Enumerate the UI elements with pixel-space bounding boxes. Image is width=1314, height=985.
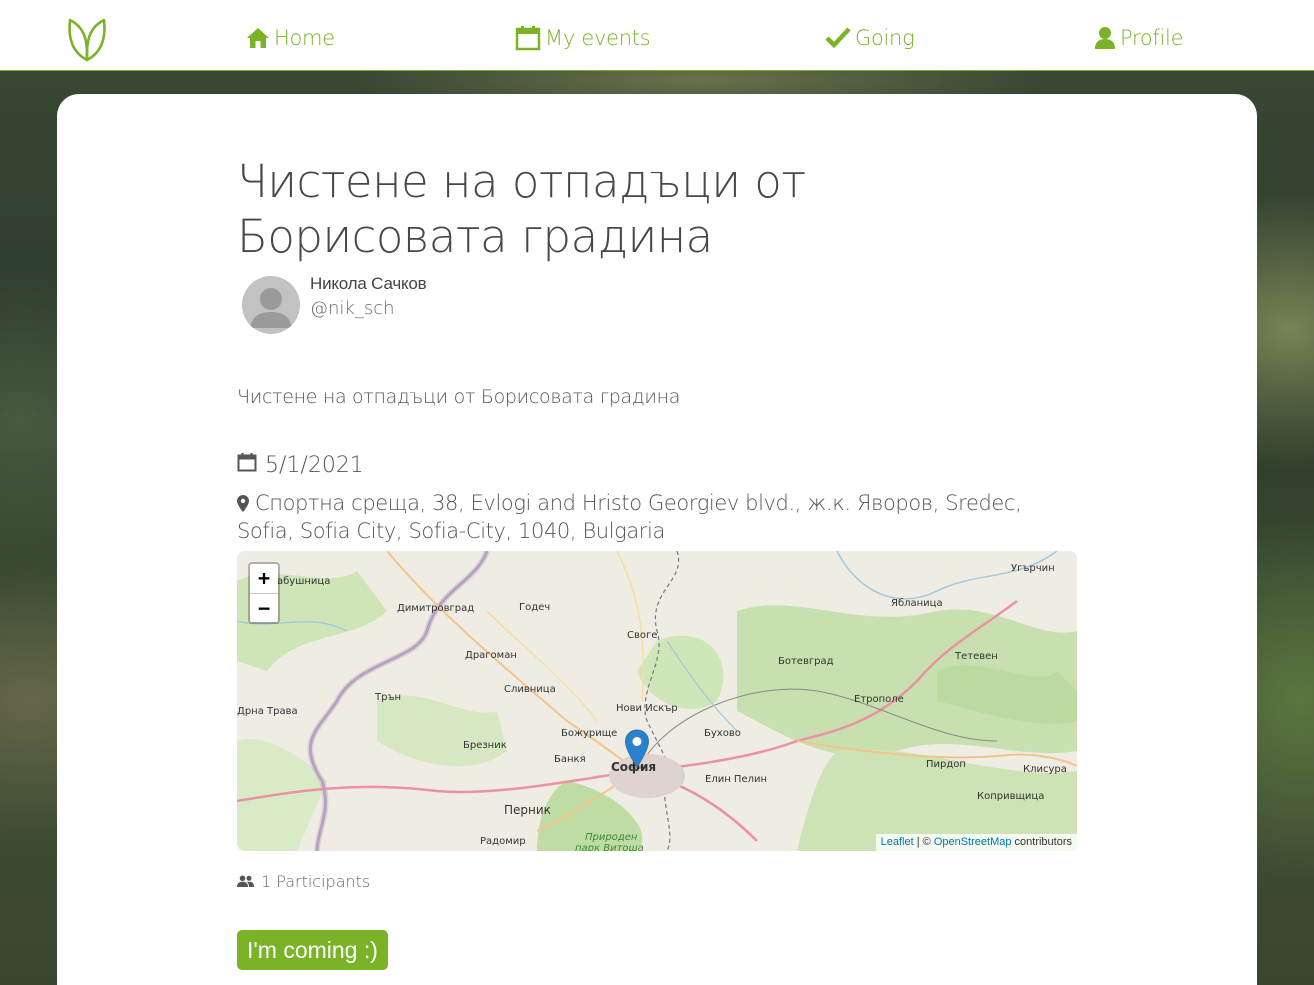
svg-text:Годеч: Годеч	[519, 602, 550, 613]
event-address-row: Спортна среща, 38, Evlogi and Hristo Geo…	[237, 490, 1077, 544]
svg-text:Пирдоп: Пирдоп	[926, 759, 966, 770]
avatar[interactable]	[242, 276, 300, 334]
svg-text:Брезник: Брезник	[463, 740, 507, 751]
svg-text:Ябланица: Ябланица	[891, 598, 943, 609]
calendar-icon	[515, 25, 541, 51]
svg-text:Божурище: Божурище	[561, 728, 617, 739]
author-name[interactable]: Никола Сачков	[310, 274, 427, 294]
svg-text:Угърчин: Угърчин	[1011, 563, 1055, 574]
svg-text:Етрополе: Етрополе	[854, 694, 904, 705]
svg-text:Тетевен: Тетевен	[954, 651, 998, 662]
top-navbar: Home My events Going Profile	[0, 0, 1314, 71]
user-icon	[1094, 26, 1116, 50]
event-date-row: 5/1/2021	[237, 452, 364, 478]
event-description: Чистене на отпадъци от Борисовата градин…	[237, 386, 681, 408]
attribution-suffix: contributors	[1011, 836, 1072, 848]
event-map[interactable]: абушница Димитровград Годеч Своге Драгом…	[237, 551, 1077, 851]
attribution-separator: | ©	[913, 836, 934, 848]
im-coming-button[interactable]: I'm coming :)	[237, 930, 388, 970]
svg-text:Радомир: Радомир	[480, 836, 526, 847]
event-address: Спортна среща, 38, Evlogi and Hristo Geo…	[237, 491, 1022, 543]
svg-text:Копривщица: Копривщица	[977, 791, 1044, 802]
map-zoom-control: + −	[248, 562, 280, 624]
svg-text:Трън: Трън	[374, 692, 401, 703]
leaflet-link[interactable]: Leaflet	[881, 836, 914, 848]
home-icon	[246, 27, 270, 49]
svg-text:Клисура: Клисура	[1023, 764, 1067, 775]
author-handle: @nik_sch	[310, 298, 395, 319]
author-block[interactable]: Никола Сачков @nik_sch	[242, 274, 642, 334]
svg-text:Перник: Перник	[504, 803, 551, 817]
map-attribution: Leaflet | © OpenStreetMap contributors	[875, 834, 1077, 851]
svg-text:Банкя: Банкя	[554, 754, 586, 765]
event-title: Чистене на отпадъци от Борисовата градин…	[237, 155, 806, 263]
nav-my-events[interactable]: My events	[515, 22, 651, 54]
zoom-in-button[interactable]: +	[250, 564, 278, 593]
participants-count: 1 Participants	[261, 872, 371, 891]
svg-text:Дрна Трава: Дрна Трава	[237, 706, 298, 717]
svg-text:Бухово: Бухово	[704, 728, 741, 739]
participants-row: 1 Participants	[237, 872, 370, 891]
zoom-out-button[interactable]: −	[250, 593, 278, 622]
nav-home[interactable]: Home	[246, 22, 335, 54]
nav-my-events-label: My events	[545, 26, 651, 50]
svg-text:Природен: Природен	[585, 832, 638, 843]
event-card: Чистене на отпадъци от Борисовата градин…	[57, 94, 1257, 985]
leaf-logo-icon[interactable]	[66, 16, 108, 62]
event-date: 5/1/2021	[265, 452, 364, 478]
svg-text:парк Витоша: парк Витоша	[575, 843, 644, 851]
svg-text:Драгоман: Драгоман	[465, 650, 517, 661]
nav-going[interactable]: Going	[825, 22, 915, 54]
svg-text:абушница: абушница	[277, 576, 330, 587]
nav-profile[interactable]: Profile	[1094, 22, 1184, 54]
nav-profile-label: Profile	[1120, 26, 1184, 50]
svg-text:Своге: Своге	[627, 630, 657, 641]
osm-link[interactable]: OpenStreetMap	[934, 836, 1012, 848]
checkmark-icon	[825, 27, 851, 49]
people-icon	[237, 872, 254, 891]
map-tiles: абушница Димитровград Годеч Своге Драгом…	[237, 551, 1077, 851]
svg-text:Елин Пелин: Елин Пелин	[705, 774, 767, 785]
nav-home-label: Home	[274, 26, 335, 50]
svg-text:Сливница: Сливница	[504, 684, 556, 695]
map-pin-icon	[237, 492, 249, 518]
calendar-icon	[237, 452, 257, 478]
nav-going-label: Going	[855, 26, 915, 50]
svg-text:Ботевград: Ботевград	[778, 656, 834, 667]
svg-text:Димитровград: Димитровград	[397, 603, 474, 614]
map-marker-icon[interactable]	[624, 729, 650, 774]
svg-text:Нови Искър: Нови Искър	[616, 703, 678, 714]
